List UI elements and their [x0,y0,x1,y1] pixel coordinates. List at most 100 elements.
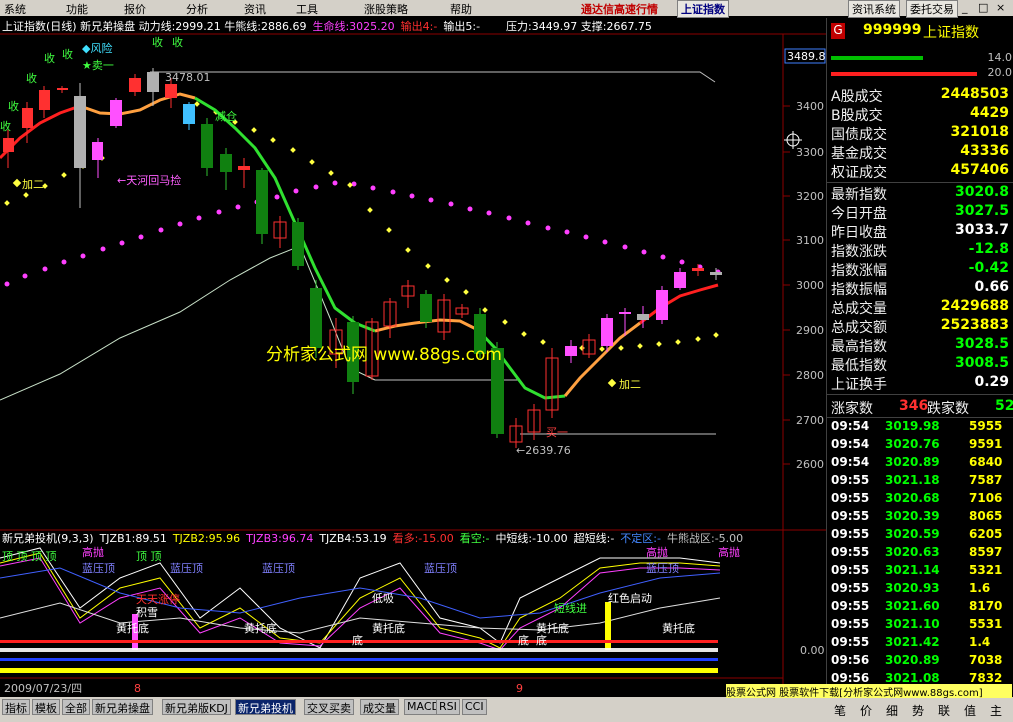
label-high-value: 3478.01 [165,71,211,84]
menu-item-function[interactable]: 功能 [66,1,88,17]
menu-item-quote[interactable]: 报价 [124,1,146,17]
tick-row: 09:54 3019.98 5955 [831,419,1003,433]
menu-item-analysis[interactable]: 分析 [186,1,208,17]
stat-row: 基金成交 43336 [831,143,1009,162]
divider-2 [827,394,1013,395]
stat-row: 指数涨跌 -12.8 [831,241,1009,260]
tick-row: 09:55 3021.18 7587 [831,473,1003,487]
status-zhi[interactable]: 值 [964,702,976,719]
label-fengxian: ◆风险 [82,41,112,55]
tick-row: 09:55 3020.93 1.6 [831,581,991,595]
fall-value: 52 [995,398,1013,414]
status-bi[interactable]: 笔 [834,702,846,719]
stat-row: 国债成交 321018 [831,124,1009,143]
divider [827,182,1013,183]
tick-row: 09:56 3020.89 7038 [831,653,1003,667]
ind-diji: 低吸 [372,592,394,605]
rise-label: 涨家数 [831,401,873,417]
ind-info-7: 中短线:-10.00 [495,532,568,545]
tab-all[interactable]: 全部 [62,699,90,715]
stat-row: 最低指数 3008.5 [831,355,1009,374]
label-maiyi: ★卖一 [82,59,114,72]
ind-info-1: TJZB1:89.51 [99,532,167,545]
ind-info-6: 看空:- [459,532,490,545]
tab-xdcp[interactable]: 新兄弟操盘 [92,699,153,715]
sar-dots [4,101,719,352]
tick-list[interactable]: 09:54 3019.98 5955 09:54 3020.76 9591 09:54 3… [827,418,1013,698]
tick-row: 09:55 3020.68 7106 [831,491,1003,505]
maximize-button[interactable]: □ [978,1,988,14]
sell-bar [831,72,977,76]
tick-row: 09:55 3021.10 5531 [831,617,1003,631]
date-label: 2009/07/23/四 [4,682,82,695]
label-jiancang: 减仓 [215,109,237,123]
quote-header: G 999999 上证指数 [827,22,1013,42]
trade-button[interactable]: 委托交易 [906,0,958,18]
close-button[interactable]: × [996,1,1005,14]
ind-di-3: 底 [536,633,547,647]
tab-xd-kdj[interactable]: 新兄弟版KDJ [162,699,231,715]
ind-info-8: 超短线:- [573,532,615,545]
label-shou-4: 收 [26,71,37,85]
tab-template[interactable]: 模板 [32,699,60,715]
stat-row: 指数振幅 0.66 [831,279,1009,298]
status-strip: 笔 价 细 势 联 值 主 [826,700,1013,720]
tick-row: 09:54 3020.89 6840 [831,455,1003,469]
ind-gaopao-1: 高抛 [82,545,104,559]
ind-tiantian: 天天涨停 [136,592,180,606]
menu-item-strategy[interactable]: 涨股策略 [364,1,408,17]
info-system-button[interactable]: 资讯系统 [848,0,900,18]
label-shou-2: 收 [62,47,73,61]
ind-lanyading-3: 蓝压顶 [262,562,295,575]
label-shou-5: 收 [0,119,11,133]
tab-xdtj[interactable]: 新兄弟投机 [235,699,296,715]
minimize-button[interactable]: _ [962,1,968,14]
menu-item-system[interactable]: 系统 [4,1,26,17]
price-label-2700: 2700 [796,414,824,427]
ind-duanxian: 短线进 [554,601,587,615]
status-zhu[interactable]: 主 [990,702,1002,719]
label-maiyi-bottom: 买一 [546,426,568,439]
stat-row: A股成交 2448503 [831,86,1009,105]
ind-jixue: 积雪 [136,606,158,619]
menu-item-help[interactable]: 帮助 [450,1,472,17]
price-label-3200: 3200 [796,190,824,203]
status-xi[interactable]: 细 [886,702,898,719]
indicator-info-line: 新兄弟投机(9,3,3) TJZB1:89.51 TJZB2:95.96 TJZB3:… [2,530,749,546]
status-lian[interactable]: 联 [938,702,950,719]
ad-banner[interactable]: 股票公式网 股票软件下载[分析家公式网www.88gs.com] [726,684,1012,698]
price-label-2800: 2800 [796,369,824,382]
month-mark-8: 8 [134,682,141,695]
candlestick-chart[interactable]: 3400 3300 3200 3100 3000 2900 2800 2700 … [0,18,826,698]
fall-label: 跌家数 [927,401,969,417]
app-title: 通达信高速行情 [581,3,658,16]
tab-rsi[interactable]: RSI [436,699,460,715]
stat-row: 最高指数 3028.5 [831,336,1009,355]
tick-row: 09:55 3021.42 1.4 [831,635,991,649]
label-shou-3: 收 [8,99,19,113]
stat-row: 昨日收盘 3033.7 [831,222,1009,241]
tick-row: 09:55 3020.59 6205 [831,527,1003,541]
ind-huangtuodi-1: 黄托底 [116,621,149,635]
stock-name: 上证指数 [923,25,979,41]
status-jia[interactable]: 价 [860,702,872,719]
label-low-value: ←2639.76 [516,444,571,457]
status-shi[interactable]: 势 [912,702,924,719]
ind-gaopao-2: 高抛 [646,545,668,559]
tick-row: 09:54 3020.76 9591 [831,437,1003,451]
label-shou-1: 收 [44,51,55,65]
tab-cci[interactable]: CCI [462,699,487,715]
price-axis-ticks [783,105,790,465]
ind-lanyading-5: 蓝压顶 [646,562,679,575]
tab-cross[interactable]: 交叉买卖 [304,699,354,715]
price-label-3400: 3400 [796,100,824,113]
tab-indicator[interactable]: 指标 [2,699,30,715]
price-tag: 3489.8 [787,50,826,63]
stat-row: B股成交 4429 [831,105,1009,124]
menu-item-info[interactable]: 资讯 [244,1,266,17]
stock-code: 999999 [863,22,922,38]
price-label-3100: 3100 [796,234,824,247]
ind-lanyading-4: 蓝压顶 [424,562,457,575]
tab-volume[interactable]: 成交量 [360,699,399,715]
menu-item-tools[interactable]: 工具 [296,1,318,17]
